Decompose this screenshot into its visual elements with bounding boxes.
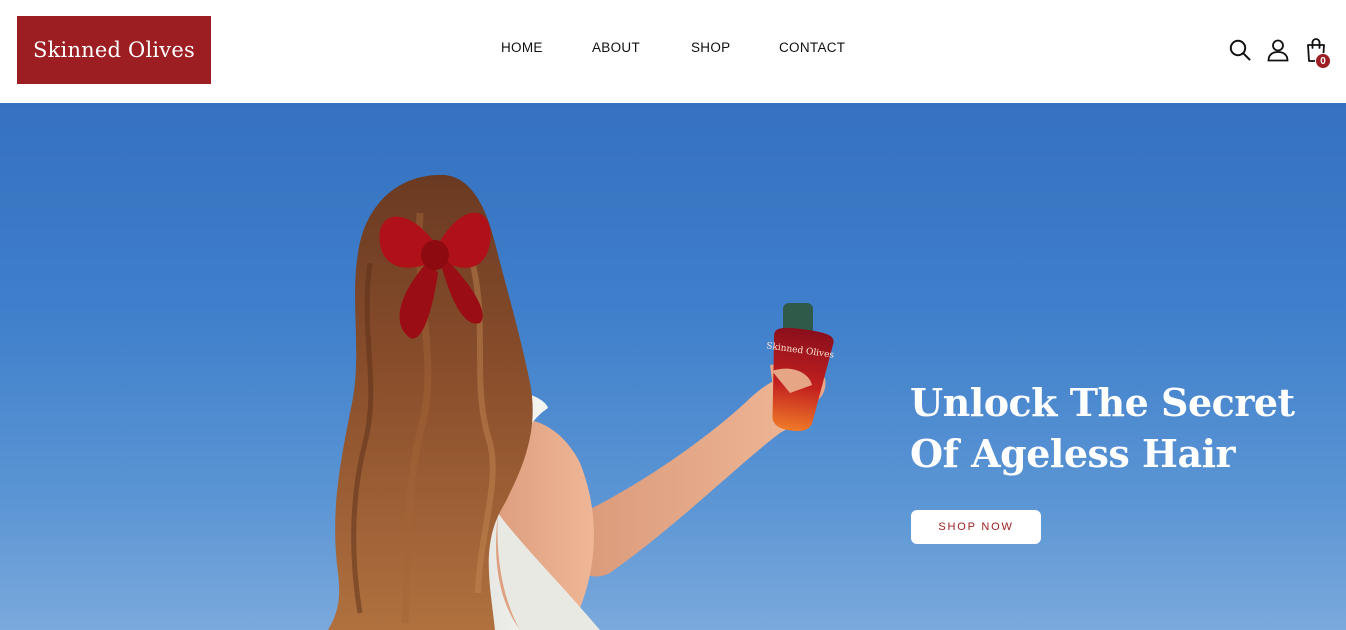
hero-heading-line-2: Of Ageless Hair xyxy=(910,431,1236,476)
hero-heading-line-1: Unlock The Secret xyxy=(910,380,1295,425)
search-icon[interactable] xyxy=(1228,38,1252,62)
hero-photo: Skinned Olives xyxy=(328,174,835,630)
site-header: Skinned Olives HOME ABOUT SHOP CONTACT 0 xyxy=(0,0,1346,103)
shop-now-button[interactable]: SHOP NOW xyxy=(911,510,1041,544)
nav-item-shop[interactable]: SHOP xyxy=(691,40,730,55)
hero-banner: Skinned Olives Unlock The Secret Of Agel… xyxy=(0,103,1346,630)
cart-count-badge: 0 xyxy=(1315,53,1331,69)
brand-logo-text: Skinned Olives xyxy=(33,38,195,62)
user-icon[interactable] xyxy=(1266,38,1290,62)
hero-heading: Unlock The Secret Of Ageless Hair xyxy=(910,377,1330,479)
brand-logo[interactable]: Skinned Olives xyxy=(17,16,211,84)
nav-item-contact[interactable]: CONTACT xyxy=(779,40,845,55)
nav-item-home[interactable]: HOME xyxy=(501,40,543,55)
nav-item-about[interactable]: ABOUT xyxy=(592,40,640,55)
